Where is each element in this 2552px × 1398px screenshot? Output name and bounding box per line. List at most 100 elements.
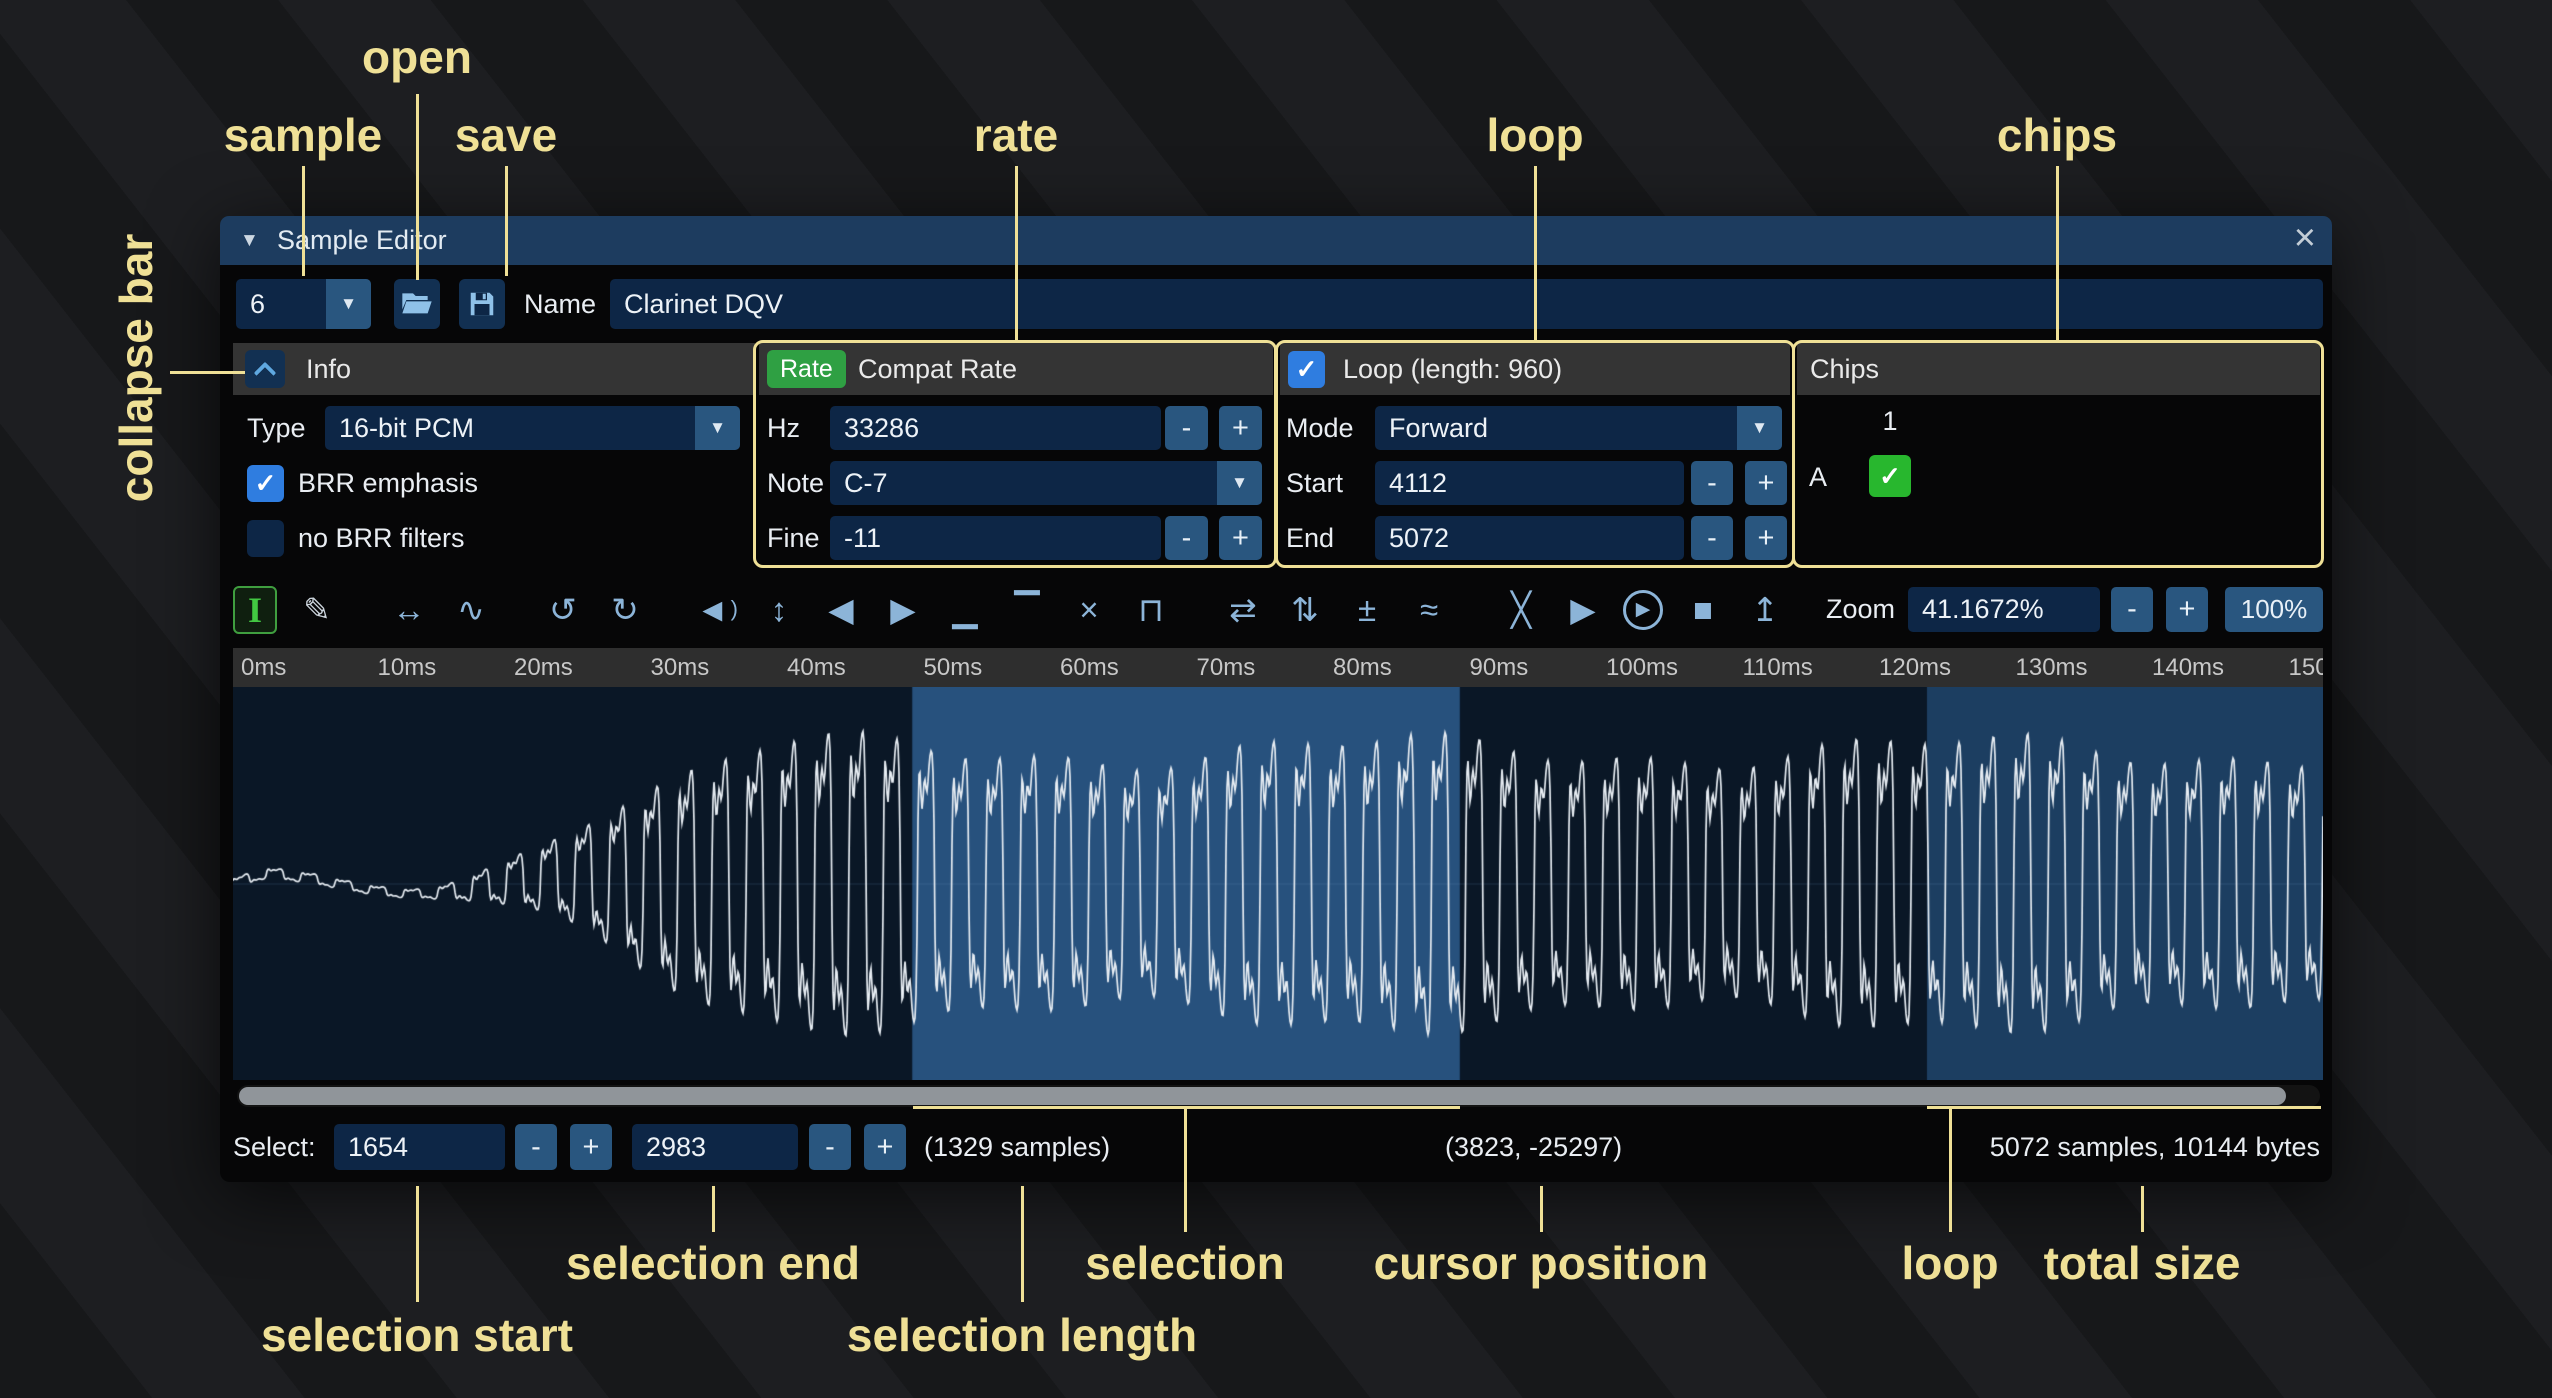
undo-icon[interactable]: ↺ <box>541 586 585 634</box>
folder-open-icon <box>401 288 433 320</box>
check-icon: ✓ <box>255 468 277 499</box>
dropdown-arrow-icon[interactable]: ▼ <box>326 279 371 329</box>
check-icon: ✓ <box>1879 461 1901 492</box>
chevron-up-icon <box>254 362 277 385</box>
chip-row-label: A <box>1809 455 1827 499</box>
selection-start-minus-button[interactable]: - <box>515 1124 557 1170</box>
reverse-icon[interactable]: ⇄ <box>1221 586 1265 634</box>
collapse-bar-button[interactable] <box>245 350 285 388</box>
zoom-input[interactable]: 41.1672% <box>1908 587 2100 632</box>
selection-end-input[interactable]: 2983 <box>632 1124 798 1170</box>
fine-minus-button[interactable]: - <box>1165 516 1208 560</box>
info-header: Info <box>233 343 755 395</box>
brr-emphasis-label: BRR emphasis <box>298 461 478 505</box>
timeline-label: 140ms <box>2152 648 2224 687</box>
loop-end-minus-button[interactable]: - <box>1691 516 1733 560</box>
loop-enable-checkbox[interactable]: ✓ <box>1288 351 1325 388</box>
loop-start-plus-button[interactable]: + <box>1745 461 1787 505</box>
resize-icon[interactable]: ↔ <box>387 586 431 634</box>
redo-icon[interactable]: ↻ <box>603 586 647 634</box>
dropdown-arrow-icon[interactable]: ▼ <box>1217 461 1262 505</box>
zoom-reset-button[interactable]: 100% <box>2225 587 2323 632</box>
selection-end-minus-button[interactable]: - <box>809 1124 851 1170</box>
apply-silence-icon[interactable]: ▔ <box>1005 586 1049 634</box>
preview-icon[interactable]: ▶ <box>1561 586 1605 634</box>
timeline-ruler[interactable]: 0ms10ms20ms30ms40ms50ms60ms70ms80ms90ms1… <box>233 648 2323 687</box>
selection-start-plus-button[interactable]: + <box>570 1124 612 1170</box>
create-wavetable-icon[interactable]: ↥ <box>1743 586 1787 634</box>
hz-minus-button[interactable]: - <box>1165 406 1208 450</box>
annotation-selection-start: selection start <box>261 1308 573 1362</box>
compat-rate-title[interactable]: Compat Rate <box>858 343 1017 395</box>
status-row: Select: 1654 - + 2983 - + (1329 samples)… <box>220 1114 2332 1180</box>
selection-end-plus-button[interactable]: + <box>864 1124 906 1170</box>
loop-start-minus-button[interactable]: - <box>1691 461 1733 505</box>
apply-filter-icon[interactable]: ≈ <box>1407 586 1451 634</box>
annotation-collapse-bar: collapse bar <box>109 234 163 502</box>
open-sample-button[interactable] <box>394 279 440 329</box>
sample-toolbar: I✎↔∿↺↻◄↕◀▶▁▔×⊓⇄⇅±≈╳▶▶■↥ Zoom 41.1672% - … <box>233 581 2323 638</box>
close-icon[interactable]: × <box>2294 216 2316 261</box>
stop-icon[interactable]: ■ <box>1681 586 1725 634</box>
chips-title: Chips <box>1810 343 1879 395</box>
scrollbar-handle[interactable] <box>239 1087 2286 1105</box>
fade-in-icon[interactable]: ◀ <box>819 586 863 634</box>
no-brr-filters-checkbox[interactable] <box>247 520 284 557</box>
dropdown-arrow-icon[interactable]: ▼ <box>1737 406 1782 450</box>
brr-emphasis-checkbox[interactable]: ✓ <box>247 465 284 502</box>
timeline-label: 0ms <box>241 648 286 687</box>
waveform-display <box>233 687 2323 1080</box>
total-size-text: 5072 samples, 10144 bytes <box>1990 1114 2320 1180</box>
normalize-icon[interactable]: ↕ <box>757 586 801 634</box>
window-collapse-icon[interactable]: ▼ <box>240 216 259 265</box>
sample-type-dropdown[interactable]: 16-bit PCM ▼ <box>325 406 740 450</box>
annotation-line-open <box>416 94 419 280</box>
timeline-label: 30ms <box>651 648 710 687</box>
save-sample-button[interactable] <box>459 279 505 329</box>
loop-start-label: Start <box>1286 461 1343 505</box>
loop-mode-dropdown[interactable]: Forward ▼ <box>1375 406 1782 450</box>
sample-selector-dropdown[interactable]: 6 ▼ <box>236 279 371 329</box>
zoom-plus-button[interactable]: + <box>2166 587 2208 632</box>
invert-icon[interactable]: ⇅ <box>1283 586 1327 634</box>
insert-silence-icon[interactable]: ▁ <box>943 586 987 634</box>
fade-out-icon[interactable]: ▶ <box>881 586 925 634</box>
select-mode-icon[interactable]: I <box>233 586 277 634</box>
annotation-line-total-size <box>2141 1186 2144 1232</box>
annotation-line-chips <box>2056 166 2059 342</box>
rate-badge[interactable]: Rate <box>767 350 846 388</box>
hz-plus-button[interactable]: + <box>1219 406 1262 450</box>
resample-icon[interactable]: ∿ <box>449 586 493 634</box>
window-titlebar: ▼ Sample Editor × <box>220 216 2332 265</box>
timeline-label: 90ms <box>1470 648 1529 687</box>
annotation-line-collapse-bar <box>170 371 245 374</box>
dropdown-arrow-icon[interactable]: ▼ <box>695 406 740 450</box>
hz-input[interactable]: 33286 <box>830 406 1161 450</box>
loop-end-plus-button[interactable]: + <box>1745 516 1787 560</box>
fine-plus-button[interactable]: + <box>1219 516 1262 560</box>
annotation-save: save <box>455 108 557 162</box>
amplify-icon[interactable]: ◄ <box>695 586 739 634</box>
signed-unsigned-icon[interactable]: ± <box>1345 586 1389 634</box>
fine-input[interactable]: -11 <box>830 516 1161 560</box>
crossfade-icon[interactable]: ╳ <box>1499 586 1543 634</box>
name-label: Name <box>524 279 596 329</box>
chip-column-header: 1 <box>1860 399 1920 443</box>
annotation-sample: sample <box>224 108 383 162</box>
selection-start-input[interactable]: 1654 <box>334 1124 505 1170</box>
annotation-loop: loop <box>1486 108 1583 162</box>
note-dropdown[interactable]: C-7 ▼ <box>830 461 1262 505</box>
trim-icon[interactable]: ⊓ <box>1129 586 1173 634</box>
loop-mode-label: Mode <box>1286 406 1354 450</box>
play-position-icon[interactable]: ▶ <box>1623 590 1663 630</box>
delete-icon[interactable]: × <box>1067 586 1111 634</box>
loop-end-input[interactable]: 5072 <box>1375 516 1684 560</box>
draw-mode-icon[interactable]: ✎ <box>295 586 339 634</box>
sample-name-input[interactable]: Clarinet DQV <box>610 279 2323 329</box>
info-section: Info Type 16-bit PCM ▼ ✓ BRR emphasis no… <box>233 343 755 562</box>
waveform-canvas[interactable] <box>233 687 2323 1080</box>
zoom-minus-button[interactable]: - <box>2111 587 2153 632</box>
chip-enable-checkbox[interactable]: ✓ <box>1869 455 1911 497</box>
annotation-line-selection-start <box>416 1186 419 1302</box>
loop-start-input[interactable]: 4112 <box>1375 461 1684 505</box>
